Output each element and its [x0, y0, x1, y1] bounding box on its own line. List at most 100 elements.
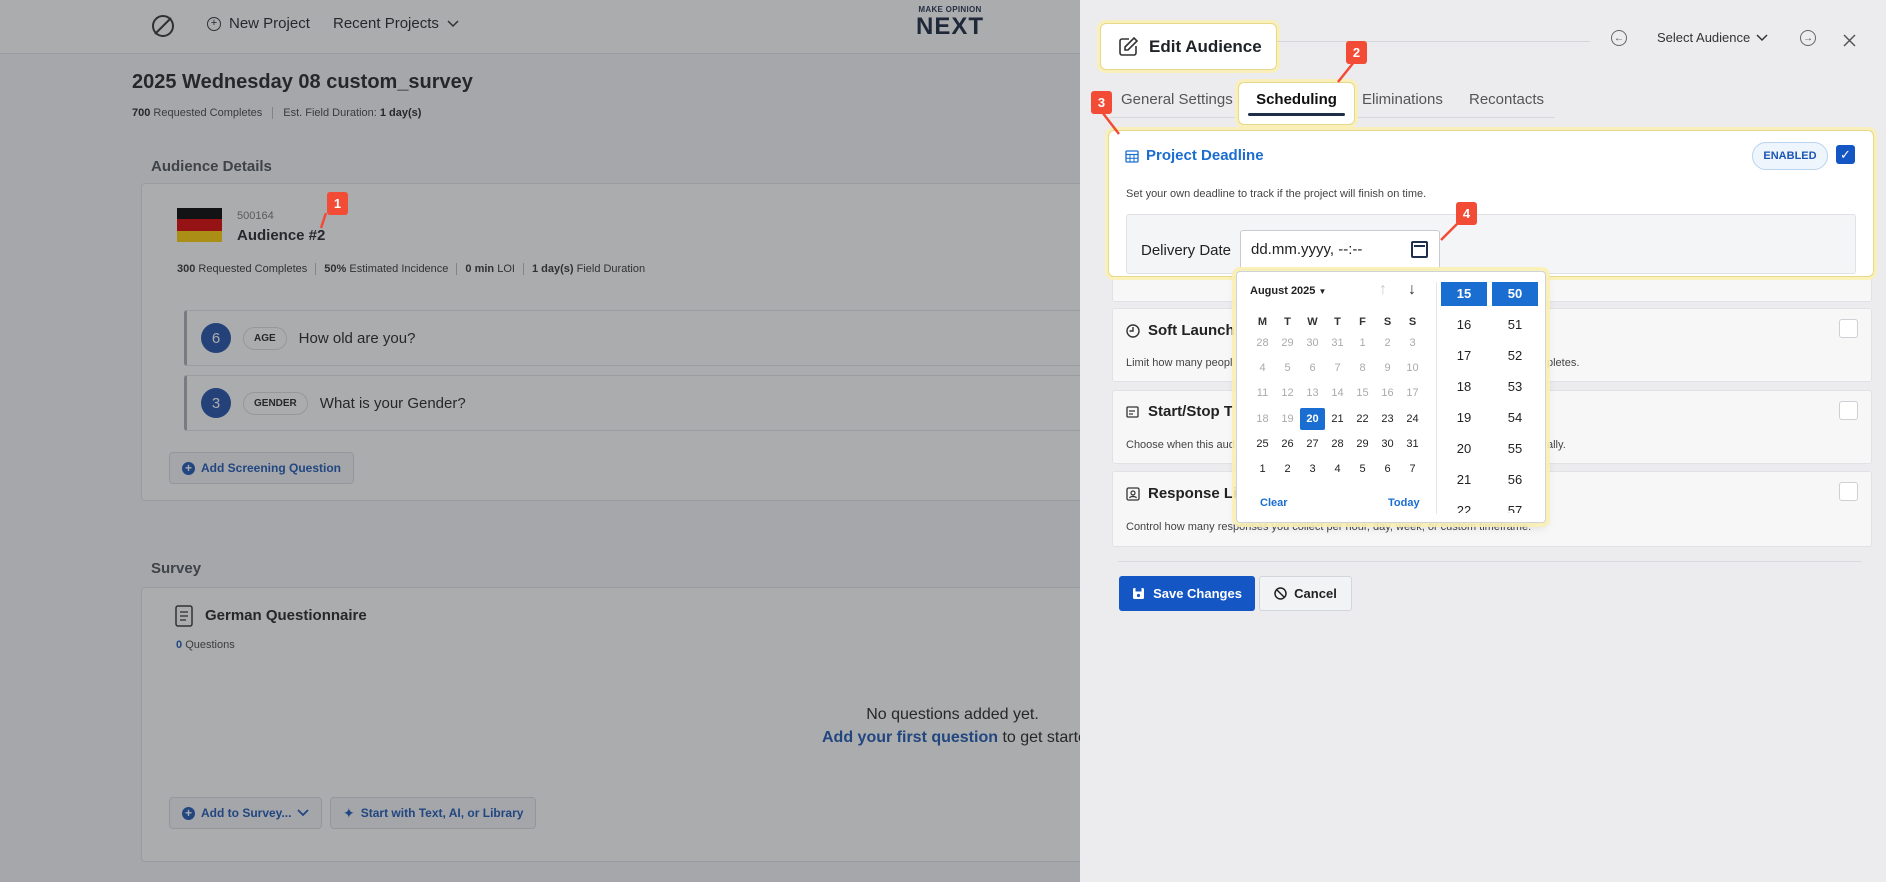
close-icon[interactable]: [1843, 34, 1856, 47]
minute-option[interactable]: 53: [1492, 375, 1538, 406]
calendar-day[interactable]: 29: [1350, 433, 1375, 455]
calendar-day: 4: [1259, 362, 1266, 374]
hour-option[interactable]: 15: [1441, 282, 1487, 306]
weekday-label: T: [1334, 316, 1341, 328]
calendar-day[interactable]: 1: [1250, 458, 1275, 480]
soft-launch-title: Soft Launch: [1126, 322, 1235, 339]
minute-option[interactable]: 51: [1492, 313, 1538, 344]
header-divider: [1277, 41, 1590, 42]
modal-backdrop[interactable]: [0, 0, 1080, 882]
delivery-date-input[interactable]: dd.mm.yyyy, --:--: [1240, 230, 1440, 270]
calendar-day[interactable]: 21: [1325, 408, 1350, 430]
footer-divider: [1118, 561, 1862, 562]
calendar-day: 13: [1306, 387, 1319, 399]
calendar-day: 11: [1256, 387, 1269, 399]
next-month-arrow-icon[interactable]: ↓: [1408, 281, 1416, 299]
calendar-day[interactable]: 24: [1400, 408, 1425, 430]
hour-column[interactable]: 15 16 17 18 19 20 21 22: [1441, 282, 1487, 513]
response-limit-title: Response Lir: [1126, 485, 1243, 502]
calendar-day: 8: [1359, 362, 1366, 374]
calendar-day[interactable]: 26: [1275, 433, 1300, 455]
select-audience-dropdown[interactable]: Select Audience: [1657, 30, 1768, 45]
minute-column[interactable]: 50 51 52 53 54 55 56 57: [1492, 282, 1538, 513]
project-deadline-title: Project Deadline: [1146, 147, 1264, 164]
hour-option[interactable]: 16: [1441, 313, 1487, 344]
calendar-day[interactable]: 30: [1375, 433, 1400, 455]
hour-option[interactable]: 21: [1441, 468, 1487, 499]
schedule-edit-icon: [1126, 405, 1139, 418]
minute-option[interactable]: 52: [1492, 344, 1538, 375]
calendar-day: 16: [1381, 387, 1394, 399]
soft-launch-checkbox[interactable]: [1839, 319, 1858, 338]
hour-option[interactable]: 17: [1441, 344, 1487, 375]
picker-time-divider: [1436, 282, 1437, 514]
calendar-day: 29: [1281, 337, 1294, 349]
tab-eliminations[interactable]: Eliminations: [1362, 91, 1443, 108]
calendar-day[interactable]: 23: [1375, 408, 1400, 430]
tab-general-settings[interactable]: General Settings: [1121, 91, 1233, 108]
calendar-day: 7: [1334, 362, 1341, 374]
tab-scheduling[interactable]: Scheduling: [1248, 91, 1345, 108]
save-label: Save Changes: [1153, 586, 1242, 601]
calendar-day[interactable]: 4: [1325, 458, 1350, 480]
calendar-day[interactable]: 2: [1275, 458, 1300, 480]
caret-down-icon: ▼: [1318, 287, 1327, 296]
minute-option[interactable]: 57: [1492, 499, 1538, 513]
tab-recontacts[interactable]: Recontacts: [1469, 91, 1544, 108]
picker-month-label: August 2025: [1250, 285, 1316, 297]
calendar-icon: [1125, 150, 1139, 163]
weekday-label: M: [1257, 316, 1268, 328]
hour-option[interactable]: 19: [1441, 406, 1487, 437]
calendar-day[interactable]: 6: [1375, 458, 1400, 480]
calendar-day[interactable]: 31: [1400, 433, 1425, 455]
calendar-day: 18: [1256, 413, 1269, 425]
annotation-marker: 3: [1091, 91, 1112, 114]
calendar-day: 3: [1409, 337, 1416, 349]
contact-card-icon: [1126, 486, 1140, 501]
calendar-day: 1: [1359, 337, 1366, 349]
calendar-day[interactable]: 25: [1250, 433, 1275, 455]
hour-option[interactable]: 22: [1441, 499, 1487, 513]
weekday-label: T: [1284, 316, 1291, 328]
panel-title-box: Edit Audience: [1100, 23, 1277, 70]
calendar-day[interactable]: 5: [1350, 458, 1375, 480]
arrow-left-circle-icon: ←: [1611, 30, 1627, 46]
picker-month-select[interactable]: August 2025 ▼: [1250, 285, 1326, 297]
project-deadline-checkbox[interactable]: ✓: [1836, 145, 1855, 164]
calendar-picker-icon[interactable]: [1411, 241, 1428, 258]
today-button[interactable]: Today: [1388, 497, 1420, 509]
prev-month-arrow-icon[interactable]: ↑: [1379, 281, 1387, 299]
calendar-day: 17: [1406, 387, 1419, 399]
weekday-label: F: [1359, 316, 1366, 328]
minute-option[interactable]: 54: [1492, 406, 1538, 437]
minute-option[interactable]: 50: [1492, 282, 1538, 306]
start-stop-checkbox[interactable]: [1839, 401, 1858, 420]
response-limit-checkbox[interactable]: [1839, 482, 1858, 501]
ban-icon: [1274, 587, 1287, 600]
hour-option[interactable]: 18: [1441, 375, 1487, 406]
calendar-day[interactable]: 27: [1300, 433, 1325, 455]
cancel-button[interactable]: Cancel: [1259, 576, 1352, 611]
calendar-day[interactable]: 20: [1300, 408, 1325, 430]
marker-pointer: [1440, 222, 1460, 241]
save-icon: [1133, 588, 1145, 599]
minute-option[interactable]: 56: [1492, 468, 1538, 499]
start-stop-desc-tail: ally.: [1547, 439, 1566, 451]
calendar-day[interactable]: 7: [1400, 458, 1425, 480]
option-title: Start/Stop T: [1148, 403, 1233, 420]
calendar-day[interactable]: 22: [1350, 408, 1375, 430]
clear-date-button[interactable]: Clear: [1260, 497, 1288, 509]
delivery-date-label: Delivery Date: [1141, 242, 1232, 259]
calendar-day[interactable]: 3: [1300, 458, 1325, 480]
save-changes-button[interactable]: Save Changes: [1119, 576, 1255, 611]
cancel-label: Cancel: [1294, 586, 1337, 601]
next-audience-button[interactable]: →: [1800, 30, 1816, 46]
start-stop-desc: Choose when this aud: [1126, 439, 1235, 451]
marker-pointer: [1101, 112, 1120, 135]
panel-title: Edit Audience: [1149, 36, 1262, 56]
hour-option[interactable]: 20: [1441, 437, 1487, 468]
calendar-day[interactable]: 28: [1325, 433, 1350, 455]
previous-audience-button[interactable]: ←: [1611, 30, 1627, 46]
minute-option[interactable]: 55: [1492, 437, 1538, 468]
calendar-day: 28: [1256, 337, 1269, 349]
